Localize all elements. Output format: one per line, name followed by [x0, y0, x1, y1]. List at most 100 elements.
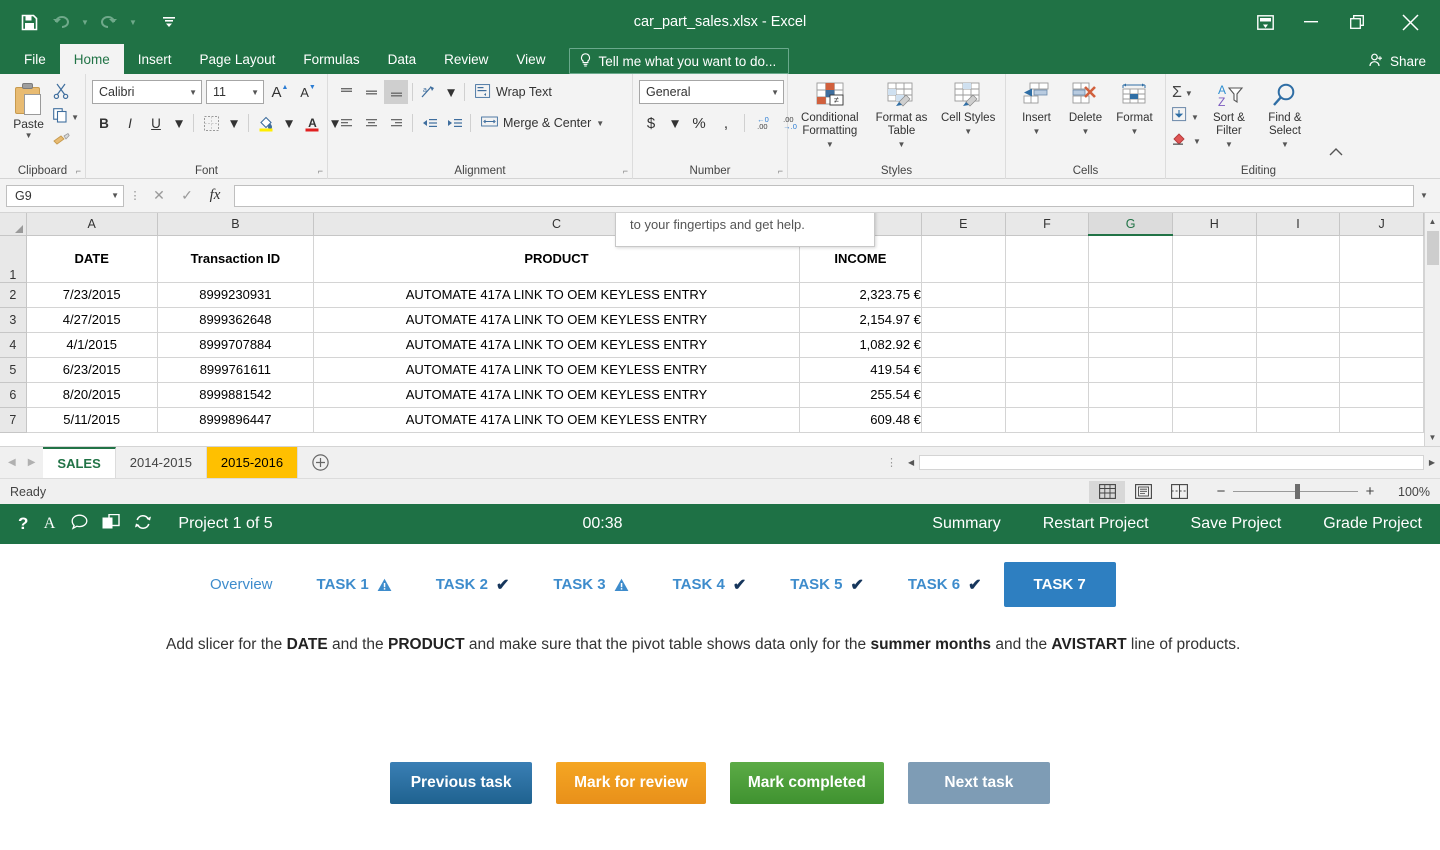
restart-project-link[interactable]: Restart Project — [1043, 515, 1149, 533]
cell-f4[interactable] — [1005, 332, 1089, 357]
row-header-3[interactable]: 3 — [0, 307, 26, 332]
cell-i3[interactable] — [1256, 307, 1340, 332]
cell-g7[interactable] — [1089, 407, 1173, 432]
zoom-slider-thumb[interactable] — [1295, 484, 1300, 499]
clipboard-dialog-launcher-icon[interactable]: ⌐ — [76, 166, 81, 176]
task-nav-task-1[interactable]: TASK 1 — [295, 566, 414, 603]
cell-f6[interactable] — [1005, 382, 1089, 407]
mark-for-review-button[interactable]: Mark for review — [556, 762, 706, 804]
sheet-nav-next-icon[interactable]: ▶ — [28, 457, 36, 468]
merge-center-dropdown-icon[interactable]: ▼ — [596, 119, 604, 128]
cell-i6[interactable] — [1256, 382, 1340, 407]
sheet-nav-prev-icon[interactable]: ◀ — [8, 457, 16, 468]
align-left-icon[interactable] — [334, 111, 358, 135]
ribbon-tab-page-layout[interactable]: Page Layout — [186, 44, 290, 74]
accounting-dropdown-icon[interactable]: ▼ — [666, 111, 684, 135]
orientation-dropdown-icon[interactable]: ▼ — [442, 80, 460, 104]
row-header-6[interactable]: 6 — [0, 382, 26, 407]
cell-a6[interactable]: 8/20/2015 — [26, 382, 157, 407]
cell-h6[interactable] — [1172, 382, 1256, 407]
font-color-icon[interactable]: A — [300, 111, 324, 135]
zoom-level[interactable]: 100% — [1382, 485, 1430, 499]
sheet-tab-2014-2015[interactable]: 2014-2015 — [116, 447, 207, 478]
zoom-slider[interactable] — [1233, 491, 1358, 492]
ribbon-tab-home[interactable]: Home — [60, 44, 124, 74]
font-icon[interactable]: A — [42, 513, 57, 535]
cell-g1[interactable] — [1089, 235, 1173, 282]
cell-e4[interactable] — [921, 332, 1005, 357]
number-dialog-launcher-icon[interactable]: ⌐ — [778, 166, 783, 176]
cell-g4[interactable] — [1089, 332, 1173, 357]
cell-i1[interactable] — [1256, 235, 1340, 282]
save-icon[interactable] — [14, 8, 44, 36]
cell-c4[interactable]: AUTOMATE 417A LINK TO OEM KEYLESS ENTRY — [314, 332, 800, 357]
ribbon-tab-file[interactable]: File — [10, 44, 60, 74]
row-header-5[interactable]: 5 — [0, 357, 26, 382]
format-cells-dropdown-icon[interactable]: ▼ — [1131, 125, 1139, 138]
cell-d4[interactable]: 1,082.92 € — [799, 332, 921, 357]
windows-icon[interactable] — [102, 514, 120, 535]
merge-center-button[interactable]: Merge & Center ▼ — [475, 111, 610, 135]
restore-icon[interactable] — [1334, 0, 1380, 44]
cell-f3[interactable] — [1005, 307, 1089, 332]
page-layout-icon[interactable] — [1125, 481, 1161, 503]
clear-button[interactable]: ▼ — [1172, 130, 1201, 152]
cell-e3[interactable] — [921, 307, 1005, 332]
find-select-dropdown-icon[interactable]: ▼ — [1281, 138, 1289, 151]
expand-formula-bar-icon[interactable]: ▼ — [1414, 191, 1434, 200]
formula-input[interactable] — [234, 185, 1414, 207]
share-button[interactable]: Share — [1369, 53, 1426, 70]
cell-j2[interactable] — [1340, 282, 1424, 307]
scroll-up-icon[interactable]: ▲ — [1425, 213, 1440, 230]
zoom-control[interactable]: − + 100% — [1209, 483, 1430, 500]
ribbon-tab-insert[interactable]: Insert — [124, 44, 186, 74]
fill-dropdown-icon[interactable]: ▼ — [1191, 113, 1199, 122]
align-right-icon[interactable] — [384, 111, 408, 135]
font-dialog-launcher-icon[interactable]: ⌐ — [318, 166, 323, 176]
normal-view-icon[interactable] — [1089, 481, 1125, 503]
cell-i5[interactable] — [1256, 357, 1340, 382]
accounting-format-icon[interactable]: $ — [639, 111, 663, 135]
cell-b5[interactable]: 8999761611 — [157, 357, 313, 382]
cell-j1[interactable] — [1340, 235, 1424, 282]
cell-c3[interactable]: AUTOMATE 417A LINK TO OEM KEYLESS ENTRY — [314, 307, 800, 332]
row-header-1[interactable]: 1 — [0, 235, 26, 282]
cell-d5[interactable]: 419.54 € — [799, 357, 921, 382]
cell-i4[interactable] — [1256, 332, 1340, 357]
cell-c5[interactable]: AUTOMATE 417A LINK TO OEM KEYLESS ENTRY — [314, 357, 800, 382]
comment-icon[interactable] — [71, 514, 88, 535]
column-header-h[interactable]: H — [1172, 213, 1256, 235]
ribbon-tab-review[interactable]: Review — [430, 44, 502, 74]
cell-e5[interactable] — [921, 357, 1005, 382]
cell-b4[interactable]: 8999707884 — [157, 332, 313, 357]
fill-button[interactable]: ▼ — [1172, 106, 1201, 128]
cell-a2[interactable]: 7/23/2015 — [26, 282, 157, 307]
tab-splitter[interactable]: ⋮ — [880, 447, 903, 478]
orientation-icon[interactable]: a — [417, 80, 441, 104]
cancel-icon[interactable]: ✕ — [146, 185, 172, 207]
cell-styles-button[interactable]: Cell Styles ▼ — [937, 80, 999, 138]
vertical-scroll-thumb[interactable] — [1427, 231, 1439, 265]
customize-qat-icon[interactable] — [154, 8, 184, 36]
fill-color-dropdown-icon[interactable]: ▼ — [280, 111, 298, 135]
save-project-link[interactable]: Save Project — [1191, 515, 1282, 533]
close-icon[interactable] — [1380, 0, 1440, 44]
ribbon-tab-view[interactable]: View — [502, 44, 559, 74]
next-task-button[interactable]: Next task — [908, 762, 1050, 804]
cell-b6[interactable]: 8999881542 — [157, 382, 313, 407]
cut-button[interactable] — [53, 83, 79, 104]
borders-dropdown-icon[interactable]: ▼ — [225, 111, 243, 135]
horizontal-scrollbar[interactable]: ◀ ▶ — [903, 447, 1440, 478]
copy-dropdown-icon[interactable]: ▼ — [71, 113, 79, 122]
column-header-j[interactable]: J — [1340, 213, 1424, 235]
align-center-icon[interactable] — [359, 111, 383, 135]
hscroll-right-icon[interactable]: ▶ — [1424, 453, 1440, 473]
conditional-formatting-dropdown-icon[interactable]: ▼ — [826, 138, 834, 151]
delete-cells-dropdown-icon[interactable]: ▼ — [1082, 125, 1090, 138]
find-select-button[interactable]: Find & Select ▼ — [1257, 80, 1313, 151]
cell-i7[interactable] — [1256, 407, 1340, 432]
cell-j7[interactable] — [1340, 407, 1424, 432]
bold-icon[interactable]: B — [92, 111, 116, 135]
vertical-scrollbar[interactable]: ▲ ▼ — [1424, 213, 1440, 446]
help-icon[interactable]: ? — [18, 514, 28, 534]
